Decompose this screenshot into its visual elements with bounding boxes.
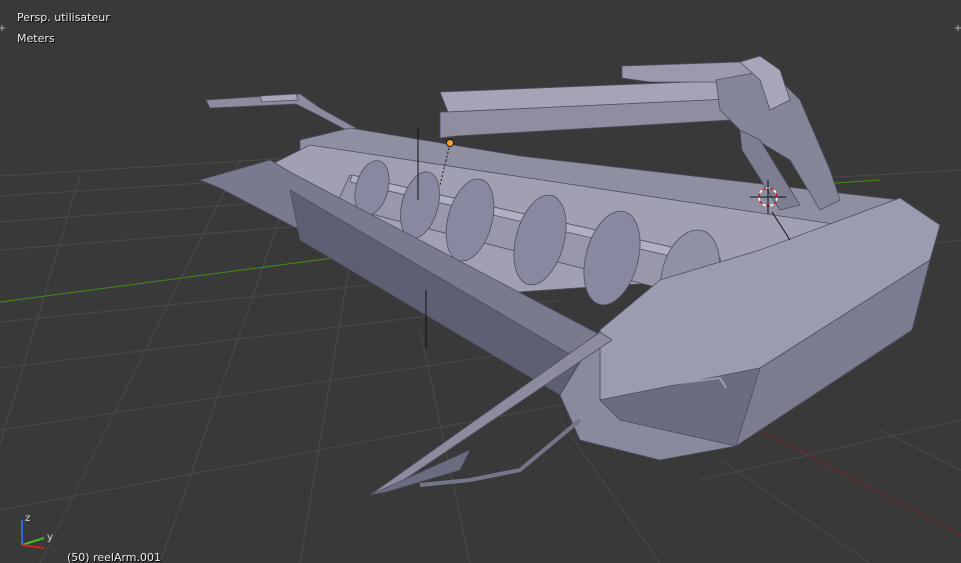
- view-split-plus-icon[interactable]: +: [0, 24, 7, 34]
- view-perspective-label: Persp. utilisateur: [17, 11, 110, 24]
- gizmo-y-label: y: [47, 532, 53, 543]
- header-model[interactable]: [199, 55, 941, 496]
- viewport-scene[interactable]: z y: [0, 0, 961, 563]
- 3d-viewport[interactable]: z y Persp. utilisateur Meters (50) reelA…: [0, 0, 961, 563]
- origin-dot[interactable]: [446, 139, 454, 147]
- scene-units-label: Meters: [17, 32, 55, 45]
- active-object-label: (50) reelArm.001: [67, 551, 162, 563]
- view-split-plus-icon[interactable]: +: [953, 24, 961, 34]
- axis-gizmo: z y: [21, 513, 53, 549]
- gizmo-z-label: z: [25, 513, 30, 524]
- x-axis-line: [759, 429, 961, 536]
